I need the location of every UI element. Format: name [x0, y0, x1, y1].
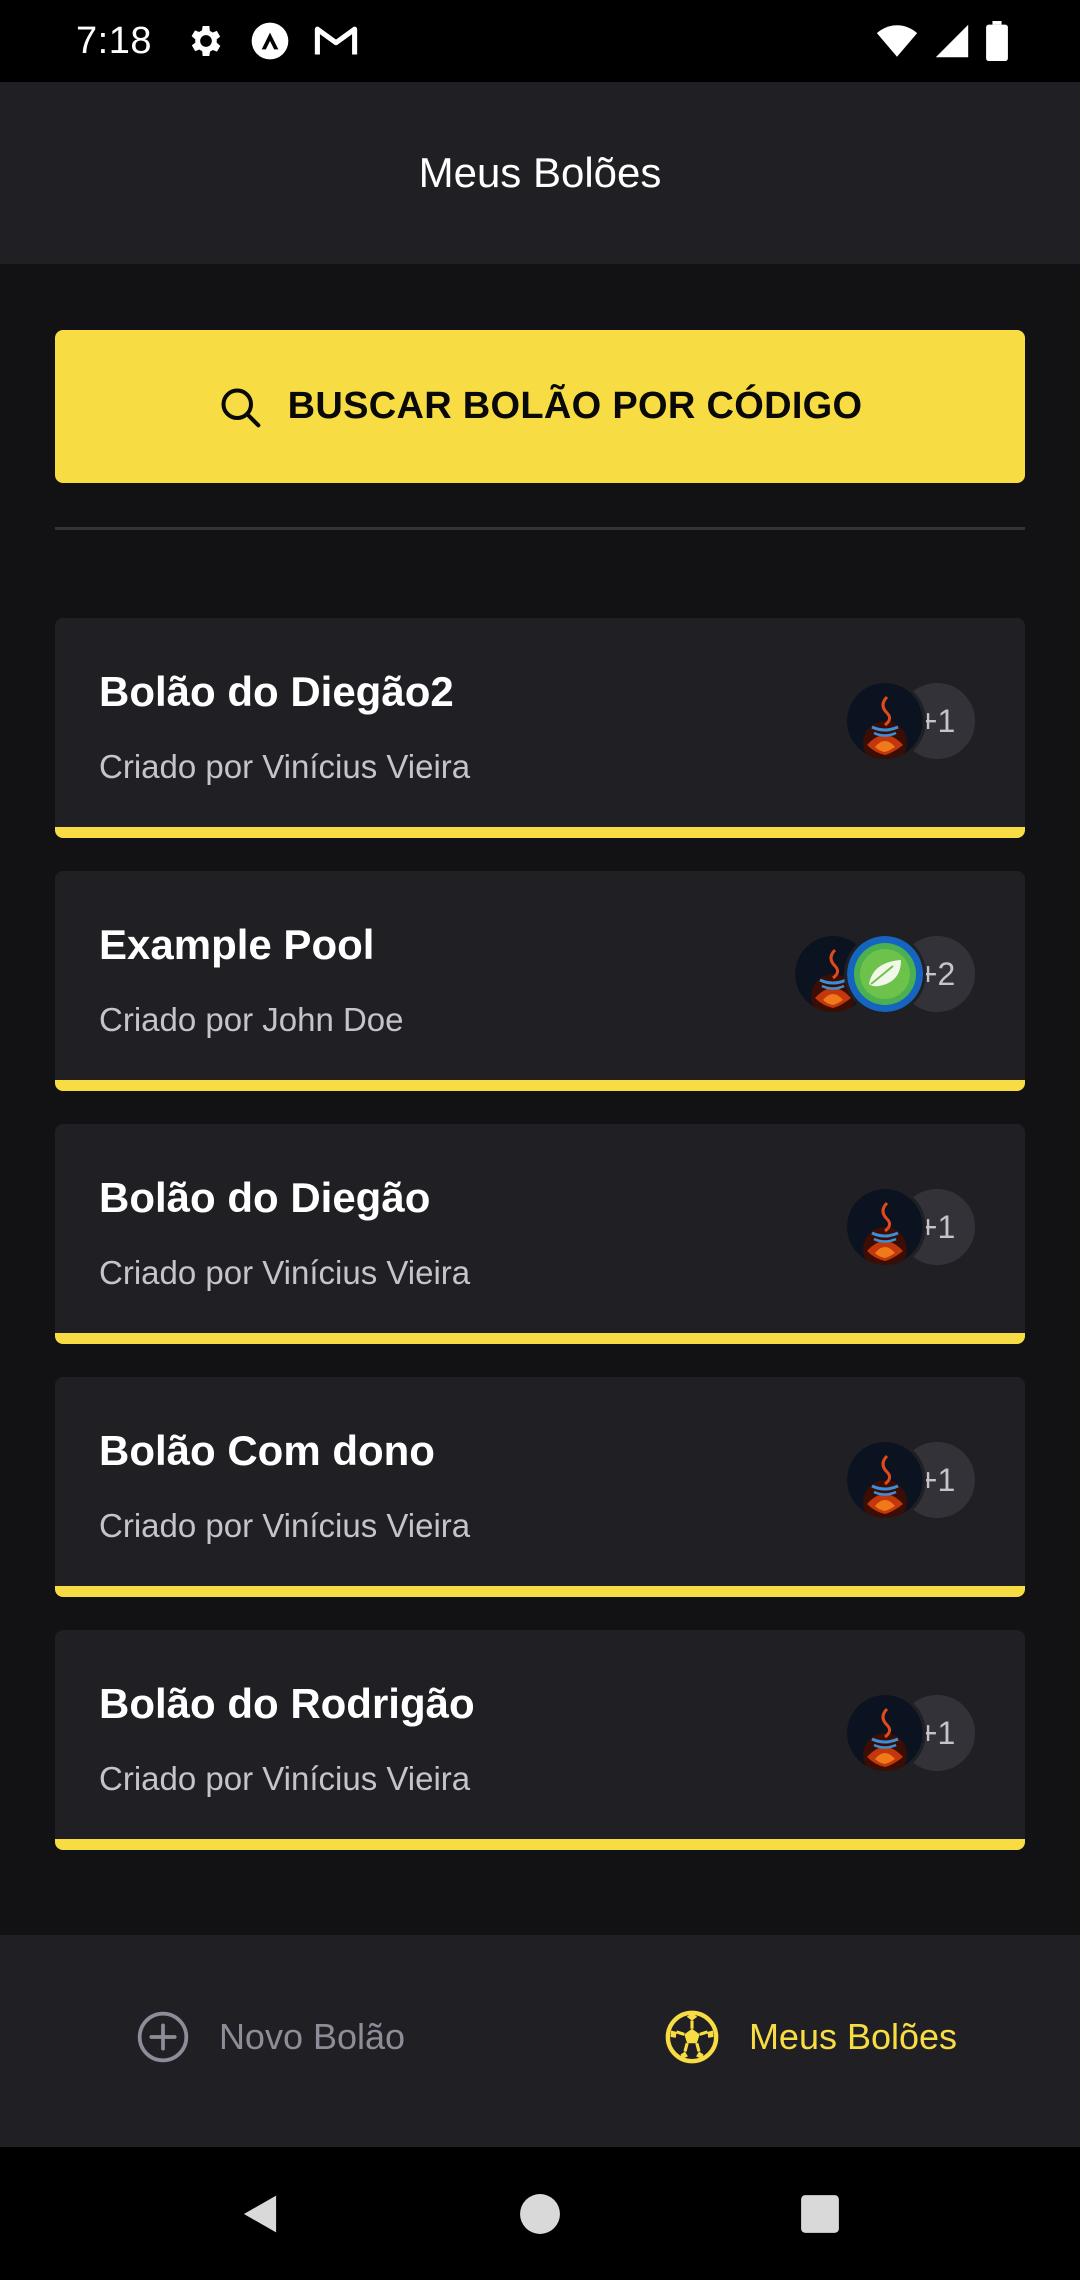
pool-card[interactable]: Example Pool Criado por John Doe +2 — [55, 871, 1025, 1091]
recents-icon — [799, 2193, 841, 2235]
signal-icon — [934, 23, 970, 59]
search-button-label: BUSCAR BOLÃO POR CÓDIGO — [287, 385, 863, 427]
participants-avatars: +1 — [844, 680, 978, 762]
pool-title: Bolão do Diegão2 — [99, 668, 454, 715]
wifi-icon — [876, 23, 918, 59]
plus-circle-icon — [135, 2009, 191, 2065]
participants-avatars: +1 — [844, 1439, 978, 1521]
search-pool-by-code-button[interactable]: BUSCAR BOLÃO POR CÓDIGO — [55, 330, 1025, 483]
pool-card[interactable]: Bolão do Diegão2 Criado por Vinícius Vie… — [55, 618, 1025, 838]
bottom-tab-bar: Novo Bolão Meus Bolões — [0, 1935, 1080, 2147]
search-icon — [218, 385, 262, 429]
home-button[interactable] — [400, 2193, 680, 2235]
pool-title: Bolão do Diegão — [99, 1174, 431, 1221]
soccer-ball-icon — [663, 2008, 721, 2066]
settings-icon — [186, 21, 226, 61]
status-left-icons — [186, 21, 358, 61]
pool-owner: Criado por Vinícius Vieira — [99, 1760, 471, 1797]
java-avatar-icon — [844, 1692, 926, 1774]
pool-owner: Criado por John Doe — [99, 1001, 404, 1038]
tab-my-pools[interactable]: Meus Bolões — [540, 1935, 1080, 2147]
java-avatar-icon — [844, 680, 926, 762]
home-icon — [519, 2193, 561, 2235]
tab-new-pool[interactable]: Novo Bolão — [0, 1935, 540, 2147]
java-avatar-icon — [844, 1186, 926, 1268]
pool-card[interactable]: Bolão Com dono Criado por Vinícius Vieir… — [55, 1377, 1025, 1597]
tab-new-pool-label: Novo Bolão — [218, 2016, 406, 2057]
pool-owner: Criado por Vinícius Vieira — [99, 1507, 471, 1544]
divider — [55, 527, 1025, 530]
pool-title: Bolão do Rodrigão — [99, 1680, 475, 1727]
tab-my-pools-label: Meus Bolões — [748, 2016, 958, 2057]
recents-button[interactable] — [680, 2193, 960, 2235]
gmail-icon — [314, 23, 358, 59]
back-button[interactable] — [120, 2191, 400, 2237]
status-bar: 7:18 — [0, 0, 1080, 82]
participants-avatars: +1 — [844, 1186, 978, 1268]
pool-owner: Criado por Vinícius Vieira — [99, 1254, 471, 1291]
participants-avatars: +2 — [792, 933, 978, 1015]
pool-title: Example Pool — [99, 921, 375, 968]
pool-card[interactable]: Bolão do Diegão Criado por Vinícius Viei… — [55, 1124, 1025, 1344]
status-time: 7:18 — [76, 19, 152, 62]
spring-avatar-icon — [844, 933, 926, 1015]
page-title: Meus Bolões — [418, 149, 662, 196]
battery-icon — [986, 21, 1008, 61]
system-nav-bar — [0, 2147, 1080, 2280]
pool-owner: Criado por Vinícius Vieira — [99, 748, 471, 785]
back-icon — [237, 2191, 283, 2237]
java-avatar-icon — [844, 1439, 926, 1521]
status-right-icons — [876, 21, 1008, 61]
pool-title: Bolão Com dono — [99, 1427, 435, 1474]
app-notification-icon — [250, 21, 290, 61]
participants-avatars: +1 — [844, 1692, 978, 1774]
pool-card[interactable]: Bolão do Rodrigão Criado por Vinícius Vi… — [55, 1630, 1025, 1850]
pool-list: Bolão do Diegão2 Criado por Vinícius Vie… — [55, 618, 1025, 1883]
app-header: Meus Bolões — [0, 82, 1080, 264]
